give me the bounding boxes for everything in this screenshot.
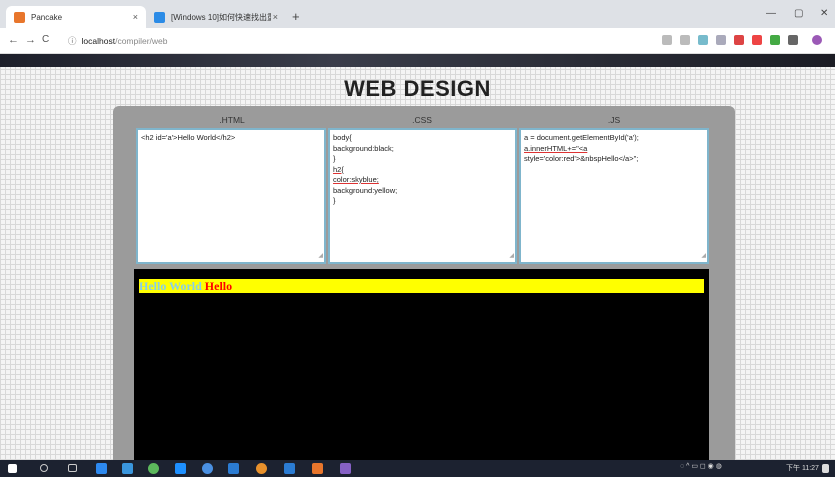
app-icon[interactable] xyxy=(284,463,295,474)
tab-pancake[interactable]: Pancake × xyxy=(6,6,146,28)
extension-icon[interactable] xyxy=(752,35,762,45)
forward-button[interactable]: → xyxy=(25,34,36,46)
back-button[interactable]: ← xyxy=(8,34,19,46)
page-title: WEB DESIGN xyxy=(344,76,491,101)
url-bar[interactable]: ⓘ localhost /compiler/web xyxy=(68,33,168,49)
code-line: body{ xyxy=(333,133,352,142)
tab-close-icon[interactable]: × xyxy=(133,12,138,22)
tab-title: [Windows 10]如何快速找出重疊 ... xyxy=(171,12,271,22)
code-line: h2{ xyxy=(333,164,344,174)
extension-icon[interactable] xyxy=(788,35,798,45)
code-line: background:yellow; xyxy=(333,185,398,195)
browser-window: Pancake × [Windows 10]如何快速找出重疊 ... × + —… xyxy=(0,0,835,477)
search-icon[interactable] xyxy=(40,464,48,472)
url-host: localhost xyxy=(81,36,116,46)
pancake-icon[interactable] xyxy=(312,463,323,474)
html-label: .HTML xyxy=(219,115,245,125)
bookmark-star-icon[interactable] xyxy=(680,35,690,45)
resize-handle-icon[interactable]: ◢ xyxy=(509,251,514,262)
heading-text: Hello World xyxy=(139,279,202,293)
page-content: WEB DESIGN .HTML .CSS .JS <h2 id='a'>Hel… xyxy=(0,54,835,460)
reload-button[interactable]: C xyxy=(42,34,49,45)
task-view-icon[interactable] xyxy=(68,464,77,472)
site-favicon-icon xyxy=(154,11,165,23)
resize-handle-icon[interactable]: ◢ xyxy=(701,251,706,262)
tray-icons[interactable]: ◌ ^ ▭ ◻ ◉ ◍ xyxy=(680,462,722,470)
preview-heading: Hello World Hello xyxy=(139,279,704,293)
header-banner xyxy=(0,54,835,67)
tab-strip: Pancake × [Windows 10]如何快速找出重疊 ... × + —… xyxy=(0,0,835,28)
translate-icon[interactable] xyxy=(662,35,672,45)
tab-title: Pancake xyxy=(31,12,63,22)
code-line: } xyxy=(333,154,336,163)
pancake-favicon-icon xyxy=(14,11,25,23)
css-editor[interactable]: body{ background:black; } h2{ color:skyb… xyxy=(328,128,517,264)
app-icon[interactable] xyxy=(148,463,159,474)
js-editor[interactable]: a = document.getElementById('a'); a.inne… xyxy=(519,128,709,264)
start-icon[interactable] xyxy=(8,464,17,473)
chrome-icon[interactable] xyxy=(256,463,267,474)
extension-icon[interactable] xyxy=(716,35,726,45)
code-line: a = document.getElementById('a'); xyxy=(524,133,639,142)
minimize-button[interactable]: — xyxy=(766,8,776,19)
html-editor[interactable]: <h2 id='a'>Hello World</h2> ◢ xyxy=(136,128,326,264)
code-line: color:skyblue; xyxy=(333,175,379,184)
maximize-button[interactable]: ▢ xyxy=(794,8,803,19)
code-line: background:black; xyxy=(333,143,394,153)
address-toolbar: ← → C ⓘ localhost /compiler/web xyxy=(0,28,835,54)
js-label: .JS xyxy=(607,115,621,125)
tab-windows10[interactable]: [Windows 10]如何快速找出重疊 ... × xyxy=(146,6,286,28)
css-label: .CSS xyxy=(412,115,432,125)
code-line: } xyxy=(333,196,336,205)
tab-close-icon[interactable]: × xyxy=(273,12,278,22)
file-explorer-icon[interactable] xyxy=(122,463,133,474)
url-path: /compiler/web xyxy=(115,36,168,46)
code-line: a.innerHTML+="<a xyxy=(524,143,588,153)
output-preview: Hello World Hello xyxy=(134,269,709,460)
visual-studio-icon[interactable] xyxy=(340,463,351,474)
clock[interactable]: 下午 11:27 xyxy=(786,463,819,473)
vscode-icon[interactable] xyxy=(228,463,239,474)
close-window-button[interactable]: ✕ xyxy=(820,8,828,19)
code-line: <h2 id='a'>Hello World</h2> xyxy=(141,133,236,142)
app-icon[interactable] xyxy=(96,463,107,474)
code-line: style='color:red'>&nbspHello</a>"; xyxy=(524,154,639,163)
heading-link[interactable]: Hello xyxy=(202,279,232,293)
profile-avatar[interactable] xyxy=(812,35,822,45)
notifications-icon[interactable] xyxy=(822,464,829,473)
new-tab-button[interactable]: + xyxy=(292,9,300,24)
extension-icon[interactable] xyxy=(698,35,708,45)
extension-icon[interactable] xyxy=(734,35,744,45)
info-icon[interactable]: ⓘ xyxy=(68,35,77,47)
resize-handle-icon[interactable]: ◢ xyxy=(318,251,323,262)
app-icon[interactable] xyxy=(202,463,213,474)
extension-icon[interactable] xyxy=(770,35,780,45)
taskbar: ◌ ^ ▭ ◻ ◉ ◍ 下午 11:27 xyxy=(0,460,835,477)
app-icon[interactable] xyxy=(175,463,186,474)
